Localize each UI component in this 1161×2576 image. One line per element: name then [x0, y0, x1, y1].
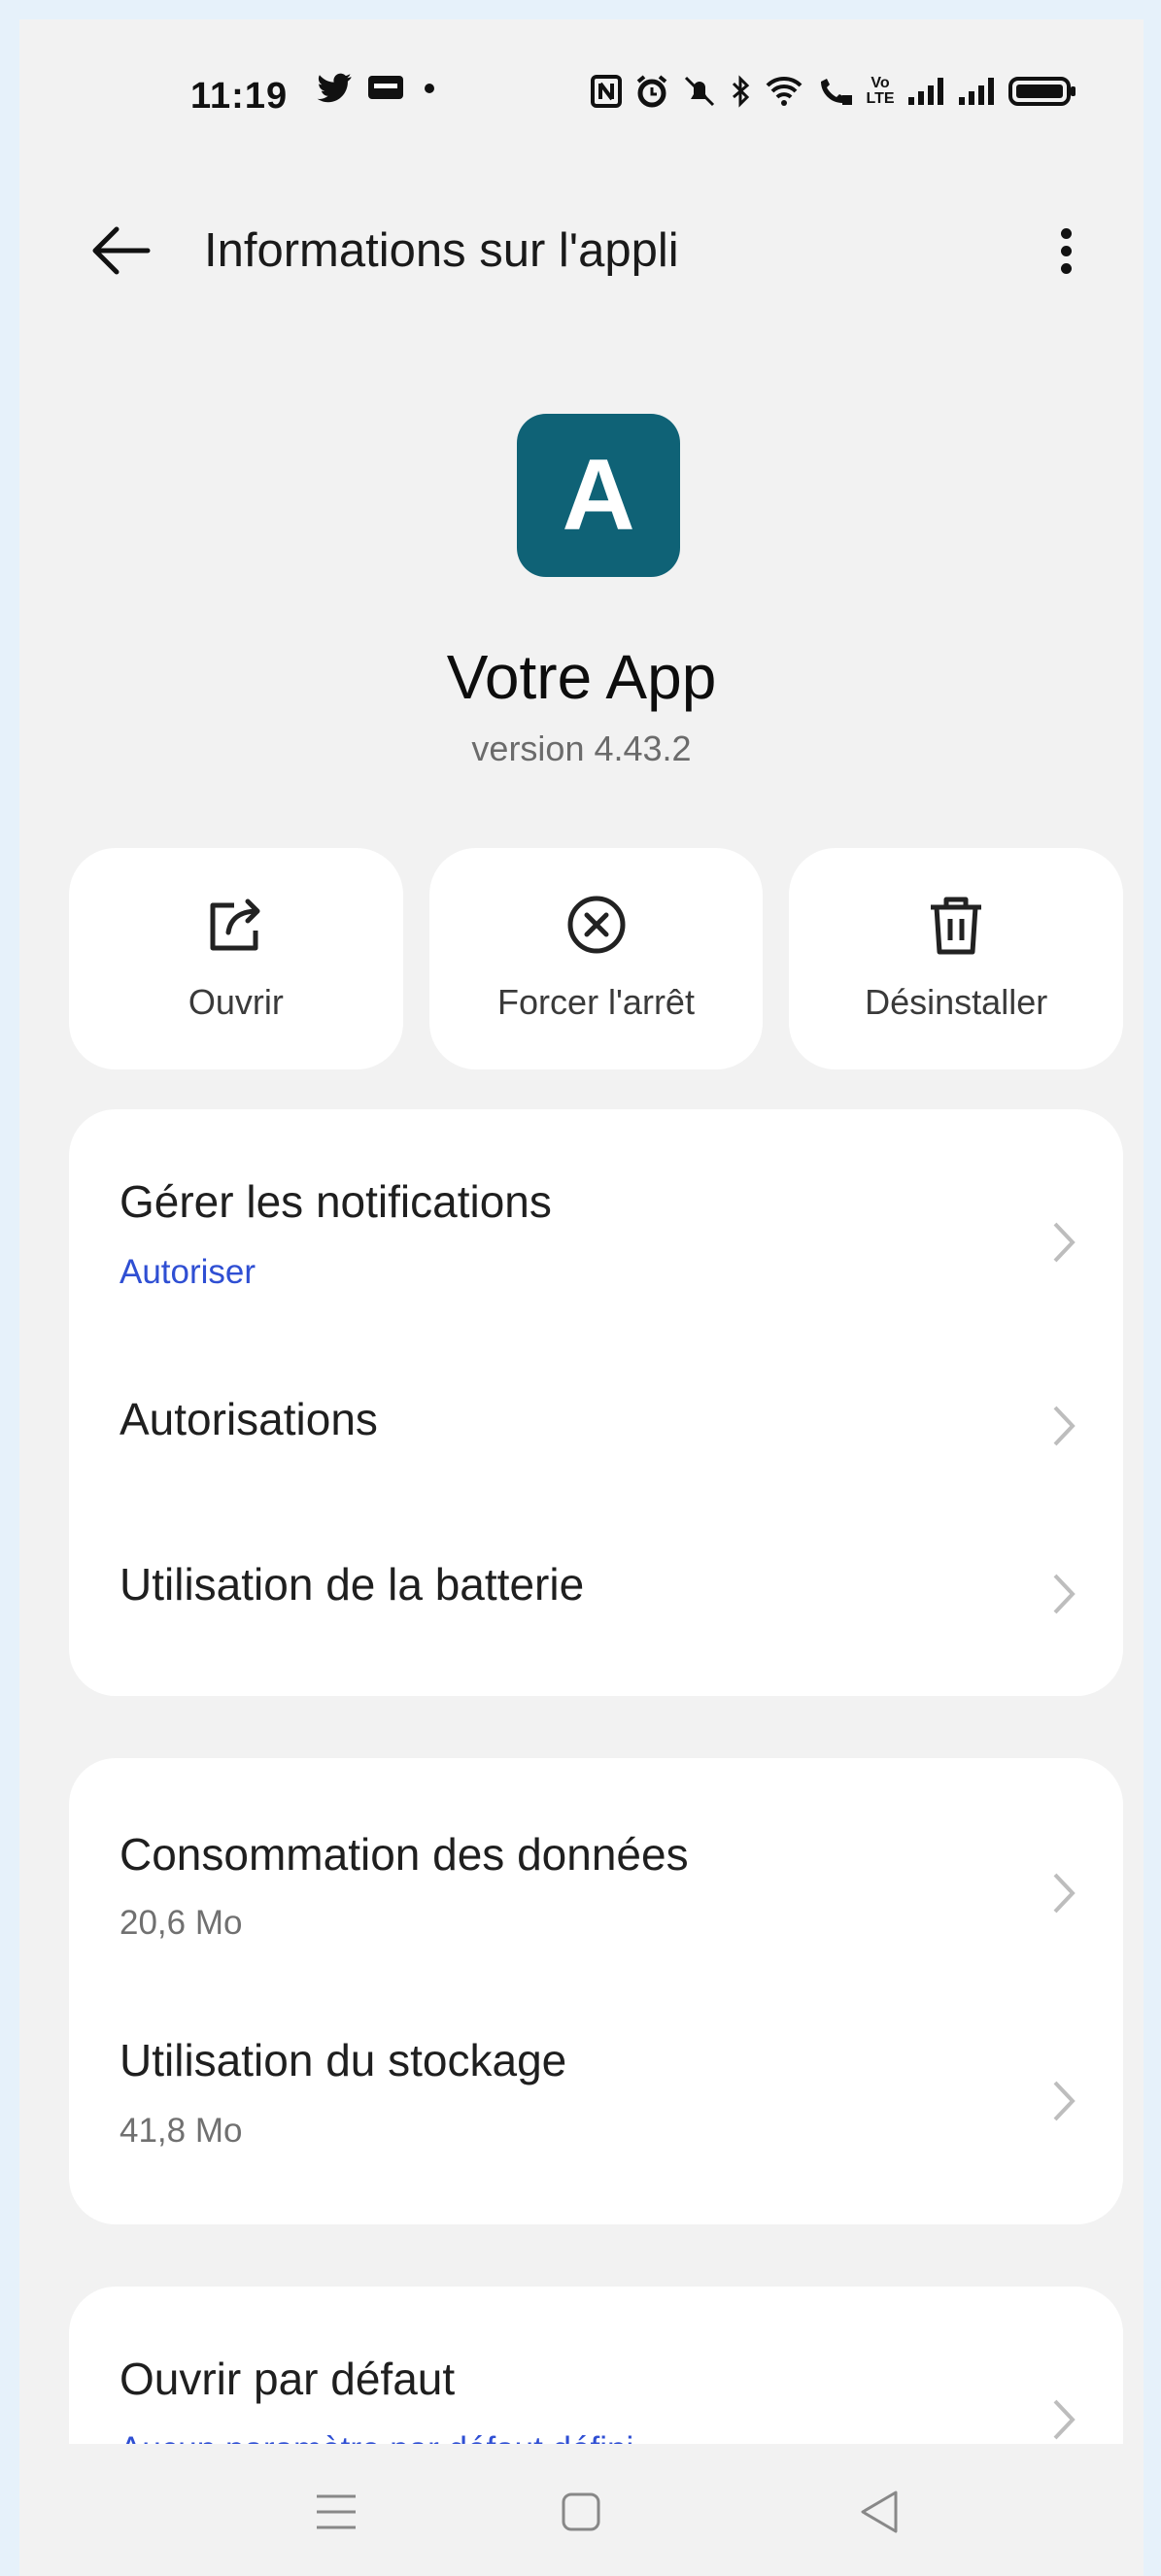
storage-usage-title: Utilisation du stockage — [120, 2035, 567, 2085]
open-external-icon — [210, 898, 260, 951]
storage-usage-row[interactable]: Utilisation du stockage 41,8 Mo — [69, 1982, 1123, 2215]
dot-icon — [425, 84, 434, 93]
back-triangle-icon — [861, 2491, 898, 2533]
settings-card-2: Consommation des données 20,6 Mo Utilisa… — [69, 1758, 1123, 2224]
system-back-button[interactable] — [841, 2473, 919, 2551]
trash-icon — [931, 897, 982, 955]
uninstall-label: Désinstaller — [865, 982, 1048, 1022]
back-arrow-icon — [92, 226, 151, 275]
signal-icon — [959, 78, 994, 105]
app-icon: A — [517, 414, 680, 577]
chevron-right-icon — [1053, 1222, 1076, 1263]
navigation-bar — [19, 2444, 1144, 2576]
battery-usage-title: Utilisation de la batterie — [120, 1559, 585, 1610]
bluetooth-icon — [732, 75, 750, 108]
menu-icon — [317, 2494, 356, 2529]
data-usage-title: Consommation des données — [120, 1829, 689, 1880]
battery-icon — [1008, 77, 1076, 106]
signal-icon — [908, 78, 943, 105]
force-stop-label: Forcer l'arrêt — [497, 982, 695, 1022]
open-button[interactable]: Ouvrir — [69, 848, 403, 1069]
mute-icon — [684, 76, 715, 107]
force-stop-icon — [567, 896, 625, 954]
permissions-title: Autorisations — [120, 1394, 378, 1444]
phone-screen: 11:19 Vo LTE Informations sur l'appli A … — [19, 19, 1144, 2576]
data-usage-value: 20,6 Mo — [120, 1904, 243, 1942]
chevron-right-icon — [1053, 2399, 1076, 2440]
wifi-call-icon — [821, 79, 852, 105]
chevron-right-icon — [1053, 1406, 1076, 1446]
app-name: Votre App — [446, 642, 717, 712]
data-usage-row[interactable]: Consommation des données 20,6 Mo — [69, 1758, 1123, 1982]
uninstall-button[interactable]: Désinstaller — [789, 848, 1124, 1069]
status-left-icons — [316, 72, 440, 105]
status-right-icons: Vo LTE — [590, 74, 1077, 109]
manage-notifications-title: Gérer les notifications — [120, 1176, 552, 1227]
app-version: version 4.43.2 — [471, 729, 692, 768]
chevron-right-icon — [1053, 2081, 1076, 2121]
manage-notifications-status: Autoriser — [120, 1253, 256, 1291]
action-buttons: Ouvrir Forcer l'arrêt Désinstaller — [69, 848, 1124, 1069]
chevron-right-icon — [1053, 1574, 1076, 1614]
back-button[interactable] — [87, 221, 155, 280]
settings-card-1: Gérer les notifications Autoriser Autori… — [69, 1109, 1123, 1696]
open-by-default-title: Ouvrir par défaut — [120, 2354, 456, 2404]
manage-notifications-row[interactable]: Gérer les notifications Autoriser — [69, 1109, 1123, 1333]
permissions-row[interactable]: Autorisations — [69, 1333, 1123, 1498]
storage-usage-value: 41,8 Mo — [120, 2112, 243, 2150]
wifi-icon — [766, 76, 802, 106]
nfc-icon — [591, 75, 622, 108]
open-button-label: Ouvrir — [188, 982, 284, 1022]
bfm-icon — [368, 76, 403, 99]
twitter-icon — [317, 73, 352, 103]
app-icon-letter: A — [562, 438, 635, 552]
more-vert-icon — [1037, 214, 1095, 274]
alarm-icon — [636, 75, 667, 108]
app-bar: Informations sur l'appli — [19, 194, 1144, 311]
force-stop-button[interactable]: Forcer l'arrêt — [428, 848, 764, 1069]
home-icon — [562, 2492, 600, 2531]
page-title: Informations sur l'appli — [204, 224, 679, 277]
home-button[interactable] — [542, 2473, 620, 2551]
status-time: 11:19 — [190, 76, 289, 117]
more-options-button[interactable] — [1037, 214, 1095, 291]
status-bar: 11:19 Vo LTE — [19, 47, 1144, 153]
battery-usage-row[interactable]: Utilisation de la batterie — [69, 1498, 1123, 1682]
chevron-right-icon — [1053, 1873, 1076, 1914]
recent-apps-button[interactable] — [297, 2473, 375, 2551]
volte-icon: Vo LTE — [866, 75, 895, 107]
